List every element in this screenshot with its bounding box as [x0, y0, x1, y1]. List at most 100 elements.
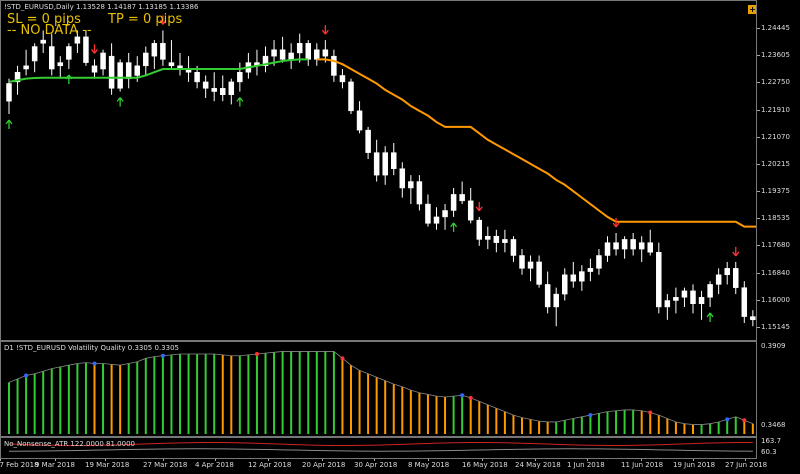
- candle-body: [604, 242, 611, 256]
- candle-body: [339, 75, 346, 83]
- candle-body: [134, 65, 140, 76]
- candle-body: [305, 43, 311, 60]
- candle-body: [40, 39, 46, 44]
- candle-body: [391, 152, 397, 169]
- vq-signal-dot: [24, 373, 29, 378]
- atr-pane[interactable]: No_Nonsense_ATR 122.0000 81.0000: [0, 437, 757, 459]
- vq-label-top: 0.3909: [761, 342, 786, 350]
- candle-body: [544, 284, 551, 308]
- vq-signal-dot: [742, 418, 747, 423]
- candle-body: [143, 52, 149, 67]
- buy-arrow-icon: [706, 312, 714, 322]
- price-chart-pane[interactable]: !STD_EURUSD,Daily 1.13528 1.14187 1.1318…: [0, 0, 757, 341]
- buy-arrow-icon: [65, 74, 73, 85]
- volatility-quality-pane[interactable]: D1 !STD_EURUSD Volatility Quality 0.3305…: [0, 341, 757, 437]
- candle-body: [194, 71, 200, 83]
- candle-body: [100, 52, 106, 70]
- time-axis: 27 Feb 20189 Mar 2018 19 Mar 2018 27 Mar 2…: [0, 459, 767, 474]
- tp-label: TP = 0 pips: [108, 12, 183, 27]
- candle-body: [322, 49, 329, 57]
- sell-arrow-icon: [475, 201, 483, 212]
- candle-body: [151, 43, 158, 57]
- candle-body: [613, 242, 619, 250]
- candle-body: [579, 271, 585, 282]
- time-axis-label: 12 Apr 2018: [248, 461, 292, 469]
- time-axis-label: 20 Apr 2018: [302, 461, 346, 469]
- candle-body: [741, 287, 748, 317]
- time-axis-label: 11 Jun 2018: [621, 461, 664, 469]
- candle-body: [66, 46, 72, 60]
- candle-body: [382, 152, 388, 176]
- candle-body: [220, 88, 226, 95]
- candle-body: [442, 210, 448, 218]
- candle-body: [348, 81, 354, 112]
- time-axis-label: 19 Jun 2018: [673, 461, 716, 469]
- candle-body: [91, 65, 98, 73]
- buy-arrow-icon: [5, 119, 13, 130]
- candle-body: [117, 62, 123, 89]
- candle-body: [502, 239, 508, 243]
- candle-body: [690, 290, 696, 304]
- time-axis-label: 1 Jun 2018: [567, 461, 605, 469]
- time-axis-label: 8 May 2018: [408, 461, 450, 469]
- atr-signal-line: [8, 448, 753, 452]
- candle-body: [399, 168, 406, 189]
- candle-body: [621, 239, 628, 250]
- price-label: 1.21910: [761, 105, 790, 114]
- candle-body: [750, 316, 756, 321]
- candle-body: [433, 216, 440, 224]
- candle-body: [202, 81, 209, 89]
- time-axis-label: 27 Feb 2018: [0, 461, 39, 469]
- candle-body: [527, 261, 534, 269]
- candle-body: [485, 235, 491, 240]
- time-axis-label: 27 Mar 2018: [143, 461, 188, 469]
- time-axis-label: 27 Jun 2018: [725, 461, 768, 469]
- vq-signal-dot: [648, 410, 653, 415]
- candle-body: [125, 62, 132, 79]
- candle-body: [314, 49, 320, 60]
- time-axis-label: 30 Apr 2018: [354, 461, 398, 469]
- vq-signal-dot: [340, 356, 345, 361]
- candle-body: [493, 235, 500, 243]
- price-label: 1.20215: [761, 159, 790, 168]
- price-scale: 1.24445 1.23605 1.22750 1.21910 1.21070 1.202…: [757, 0, 800, 341]
- vq-signal-dot: [468, 395, 473, 400]
- atr-scale: 163.7 60.3: [757, 437, 800, 459]
- price-label: 1.15145: [761, 323, 790, 331]
- candle-body: [356, 110, 363, 131]
- price-chart-canvas[interactable]: [1, 1, 757, 341]
- candle-body: [83, 36, 89, 63]
- sell-arrow-icon: [732, 246, 740, 257]
- buy-arrow-icon: [116, 97, 124, 107]
- atr-label-bottom: 60.3: [761, 448, 777, 456]
- price-label: 1.18535: [761, 214, 790, 222]
- atr-title: No_Nonsense_ATR 122.0000 81.0000: [4, 440, 136, 448]
- candle-body: [656, 252, 662, 308]
- candle-body: [476, 219, 482, 240]
- candle-body: [271, 49, 277, 57]
- no-data-label: -- NO DATA --: [7, 23, 92, 38]
- trailing-stop-line: [316, 58, 756, 228]
- chart-title: !STD_EURUSD,Daily 1.13528 1.14187 1.1318…: [4, 3, 199, 11]
- buy-arrow-icon: [236, 97, 244, 107]
- price-label: 1.16000: [761, 295, 790, 304]
- candle-body: [510, 239, 517, 256]
- price-label: 1.16840: [761, 268, 790, 277]
- candle-body: [160, 43, 166, 60]
- expand-button[interactable]: +: [748, 5, 756, 14]
- candle-body: [519, 255, 525, 269]
- candle-body: [698, 297, 705, 304]
- time-axis-label: 19 Mar 2018: [85, 461, 130, 469]
- candle-body: [467, 200, 474, 221]
- candle-body: [408, 181, 414, 189]
- candle-body: [279, 49, 286, 60]
- candle-body: [587, 268, 594, 272]
- metatrader-chart-window: !STD_EURUSD,Daily 1.13528 1.14187 1.1318…: [0, 0, 800, 474]
- vq-signal-dot: [588, 413, 593, 418]
- candle-body: [373, 152, 380, 176]
- vq-scale: 0.3909 0.3468: [757, 341, 800, 437]
- volatility-quality-canvas: [8, 351, 754, 434]
- candle-body: [733, 268, 739, 288]
- candle-body: [296, 43, 303, 54]
- time-axis-label: 24 May 2018: [515, 461, 561, 469]
